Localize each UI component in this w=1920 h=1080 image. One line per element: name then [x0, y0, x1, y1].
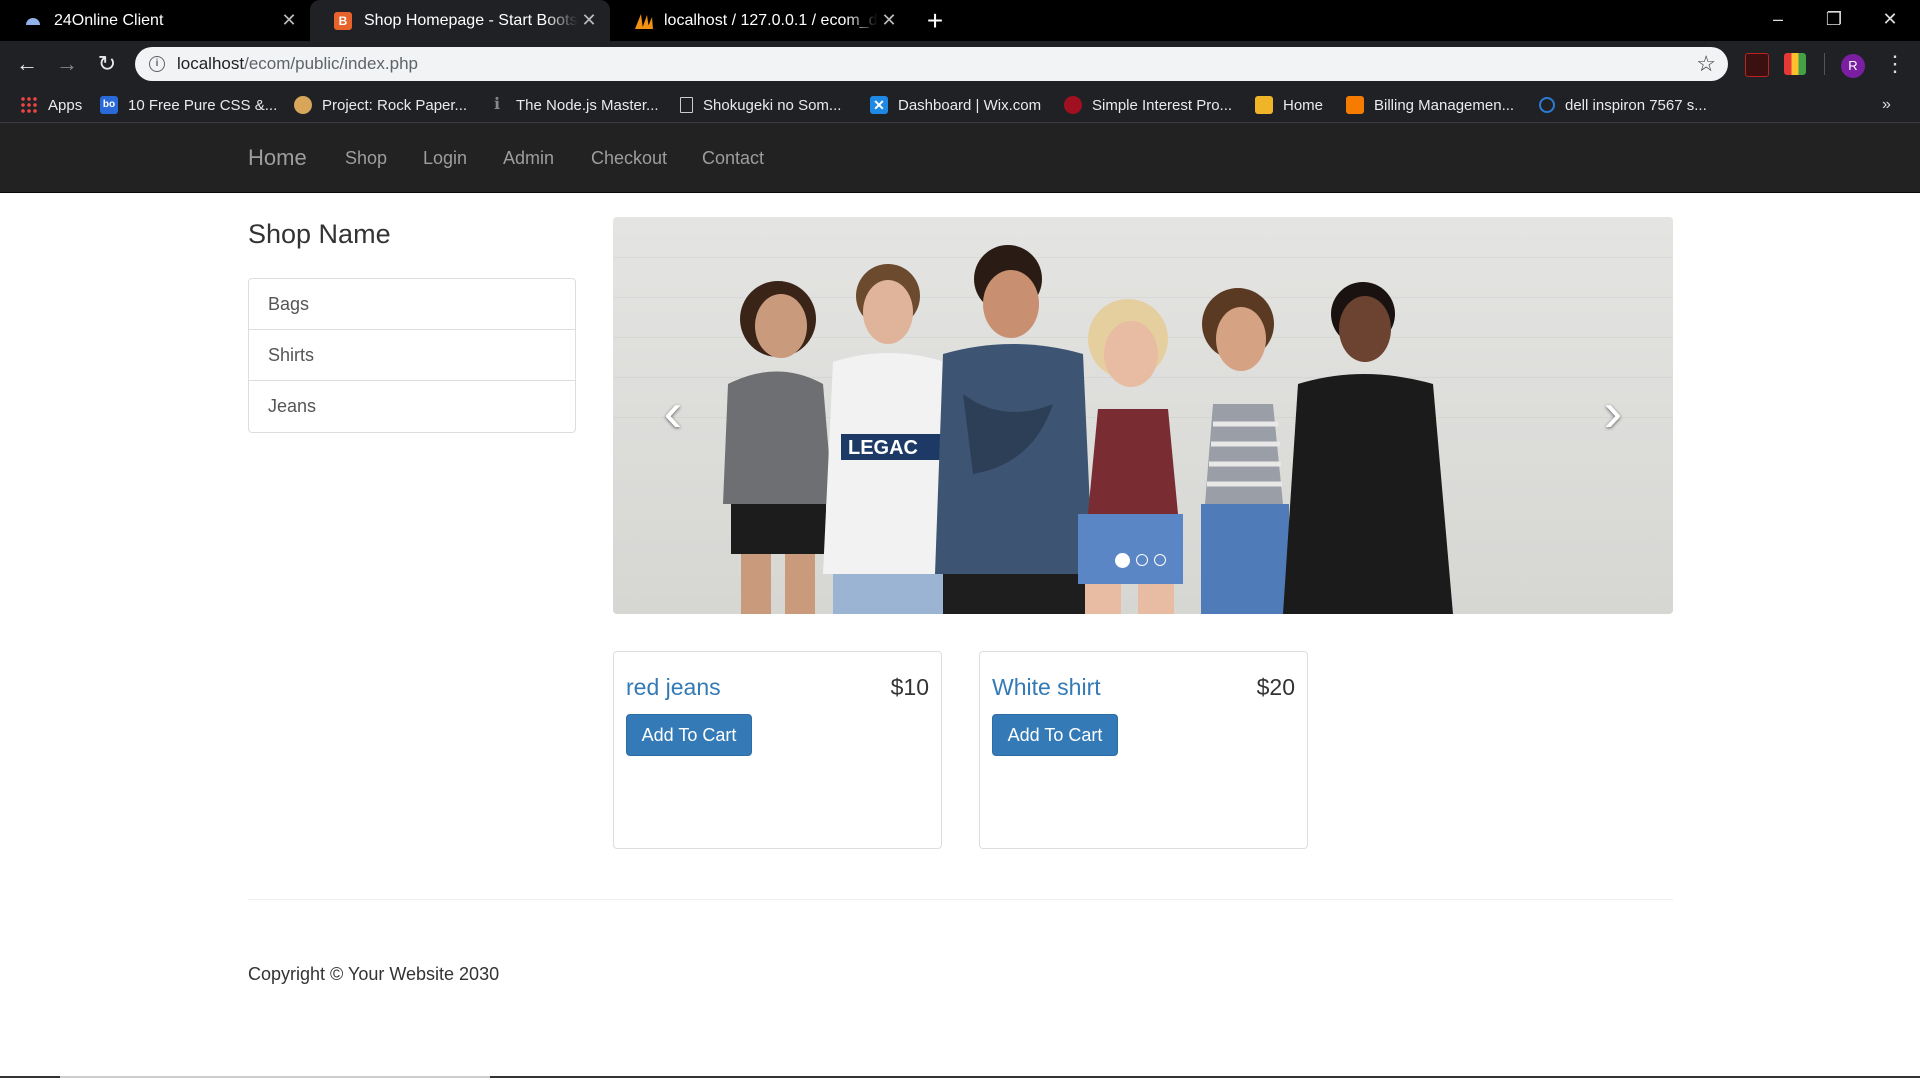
address-bar[interactable]: i localhost/ecom/public/index.php ☆ [135, 47, 1728, 81]
reload-button[interactable]: ↻ [89, 46, 125, 82]
category-list: Bags Shirts Jeans [248, 278, 576, 433]
bookmark-label: Dashboard | Wix.com [898, 96, 1042, 114]
bookmark-css[interactable]: bo 10 Free Pure CSS &... [100, 87, 277, 123]
bookmark-simple-interest[interactable]: Simple Interest Pro... [1064, 87, 1232, 123]
bookmark-shokugeki[interactable]: Shokugeki no Som... [680, 87, 841, 123]
add-to-cart-button[interactable]: Add To Cart [626, 714, 752, 756]
bookmark-home[interactable]: Home [1255, 87, 1323, 123]
navbar-brand[interactable]: Home [248, 123, 307, 193]
bookmark-label: Home [1283, 96, 1324, 114]
tab-title: 24Online Client [54, 11, 164, 29]
cube-favicon-icon [1346, 96, 1364, 114]
site-navbar: Home Shop Login Admin Checkout Contact [0, 123, 1920, 193]
pdf-extension-icon[interactable] [1745, 53, 1769, 77]
tab-close-icon[interactable]: ✕ [578, 10, 600, 31]
tab-title: Shop Homepage - Start Bootstrap [364, 11, 578, 29]
product-price: $20 [1256, 674, 1295, 700]
freecodecamp-favicon-icon [294, 96, 312, 114]
browser-menu-icon[interactable]: ⋮ [1884, 51, 1906, 79]
tab-close-icon[interactable]: ✕ [878, 10, 900, 31]
add-to-cart-button[interactable]: Add To Cart [992, 714, 1118, 756]
bookmark-label: Project: Rock Paper... [322, 96, 468, 114]
url-host: localhost [177, 54, 245, 73]
bookmark-billing[interactable]: Billing Managemen... [1346, 87, 1514, 123]
minimize-button[interactable]: – [1750, 0, 1806, 41]
close-window-button[interactable]: ✕ [1862, 0, 1918, 41]
carousel-indicator-2[interactable] [1136, 554, 1148, 566]
box-favicon-icon [1255, 96, 1273, 114]
browser-toolbar: ← → ↻ i localhost/ecom/public/index.php … [0, 41, 1920, 87]
nav-link-login[interactable]: Login [423, 123, 467, 193]
svg-text:LEGAC: LEGAC [848, 437, 918, 459]
footer-divider [248, 899, 1673, 900]
footer-copyright: Copyright © Your Website 2030 [248, 964, 500, 984]
back-button[interactable]: ← [9, 46, 45, 82]
document-favicon-icon [680, 97, 693, 113]
carousel-indicator-3[interactable] [1154, 554, 1166, 566]
site-info-icon[interactable]: i [149, 56, 165, 72]
product-card: red jeans $10 Add To Cart [613, 651, 942, 849]
toolbar-divider [1824, 53, 1825, 75]
bookmark-dell[interactable]: dell inspiron 7567 s... [1539, 87, 1707, 123]
new-tab-button[interactable]: + [918, 4, 952, 38]
product-name-link[interactable]: White shirt [992, 674, 1101, 701]
color-extension-icon[interactable] [1784, 53, 1806, 75]
bo-favicon-icon: bo [100, 96, 118, 114]
carousel-prev-button[interactable]: ‹ [653, 384, 693, 440]
bookmarks-overflow-button[interactable]: » [1882, 87, 1891, 123]
nav-link-admin[interactable]: Admin [503, 123, 554, 193]
tab-shop-homepage[interactable]: B Shop Homepage - Start Bootstrap ✕ [310, 0, 610, 41]
carousel-indicators [1115, 553, 1166, 568]
wix-favicon-icon: ✕ [870, 96, 888, 114]
info-favicon-icon: ℹ [493, 96, 501, 113]
bootstrap-favicon-icon: B [334, 11, 352, 30]
phpmyadmin-favicon-icon [634, 12, 653, 30]
product-name-link[interactable]: red jeans [626, 674, 721, 701]
bookmark-rock-paper[interactable]: Project: Rock Paper... [294, 87, 467, 123]
bottom-edge [0, 1076, 1920, 1078]
browser-tab-strip: 24Online Client ✕ B Shop Homepage - Star… [0, 0, 1920, 41]
bookmark-label: Billing Managemen... [1374, 96, 1515, 114]
shop-name-heading: Shop Name [248, 219, 391, 249]
bookmark-wix[interactable]: ✕ Dashboard | Wix.com [870, 87, 1041, 123]
category-item-bags[interactable]: Bags [249, 279, 575, 330]
bookmark-star-icon[interactable]: ☆ [1696, 47, 1716, 81]
bookmark-apps[interactable]: Apps [20, 87, 82, 123]
dell-favicon-icon [1539, 97, 1555, 113]
url-text[interactable]: localhost/ecom/public/index.php [177, 47, 418, 81]
bookmark-label: Shokugeki no Som... [703, 96, 842, 114]
nav-link-contact[interactable]: Contact [702, 123, 764, 193]
category-item-jeans[interactable]: Jeans [249, 381, 575, 432]
bookmark-label: Apps [48, 96, 83, 114]
hero-carousel: LEGAC ‹ › [613, 217, 1673, 614]
carousel-indicator-1[interactable] [1115, 553, 1130, 568]
apps-grid-icon [20, 96, 38, 114]
forward-button[interactable]: → [49, 46, 85, 82]
bookmarks-bar: Apps bo 10 Free Pure CSS &... Project: R… [0, 87, 1920, 123]
24online-favicon-icon [24, 12, 42, 30]
tab-24online[interactable]: 24Online Client ✕ [0, 0, 310, 41]
restore-button[interactable]: ❐ [1806, 0, 1862, 41]
url-path: /ecom/public/index.php [244, 54, 418, 73]
nav-link-checkout[interactable]: Checkout [591, 123, 667, 193]
bookmark-label: Simple Interest Pro... [1092, 96, 1233, 114]
bookmark-label: The Node.js Master... [516, 96, 659, 114]
carousel-next-button[interactable]: › [1593, 384, 1633, 440]
red-favicon-icon [1064, 96, 1082, 114]
tab-phpmyadmin[interactable]: localhost / 127.0.0.1 / ecom_db / ✕ [610, 0, 910, 41]
bookmark-label: dell inspiron 7567 s... [1565, 96, 1707, 114]
product-price: $10 [890, 674, 929, 700]
nav-link-shop[interactable]: Shop [345, 123, 387, 193]
product-card: White shirt $20 Add To Cart [979, 651, 1308, 849]
bookmark-nodejs[interactable]: ℹ The Node.js Master... [488, 87, 659, 123]
tab-title: localhost / 127.0.0.1 / ecom_db / [664, 11, 878, 29]
bookmark-label: 10 Free Pure CSS &... [128, 96, 278, 114]
tab-close-icon[interactable]: ✕ [278, 10, 300, 31]
profile-avatar[interactable]: R [1841, 54, 1865, 78]
category-item-shirts[interactable]: Shirts [249, 330, 575, 381]
